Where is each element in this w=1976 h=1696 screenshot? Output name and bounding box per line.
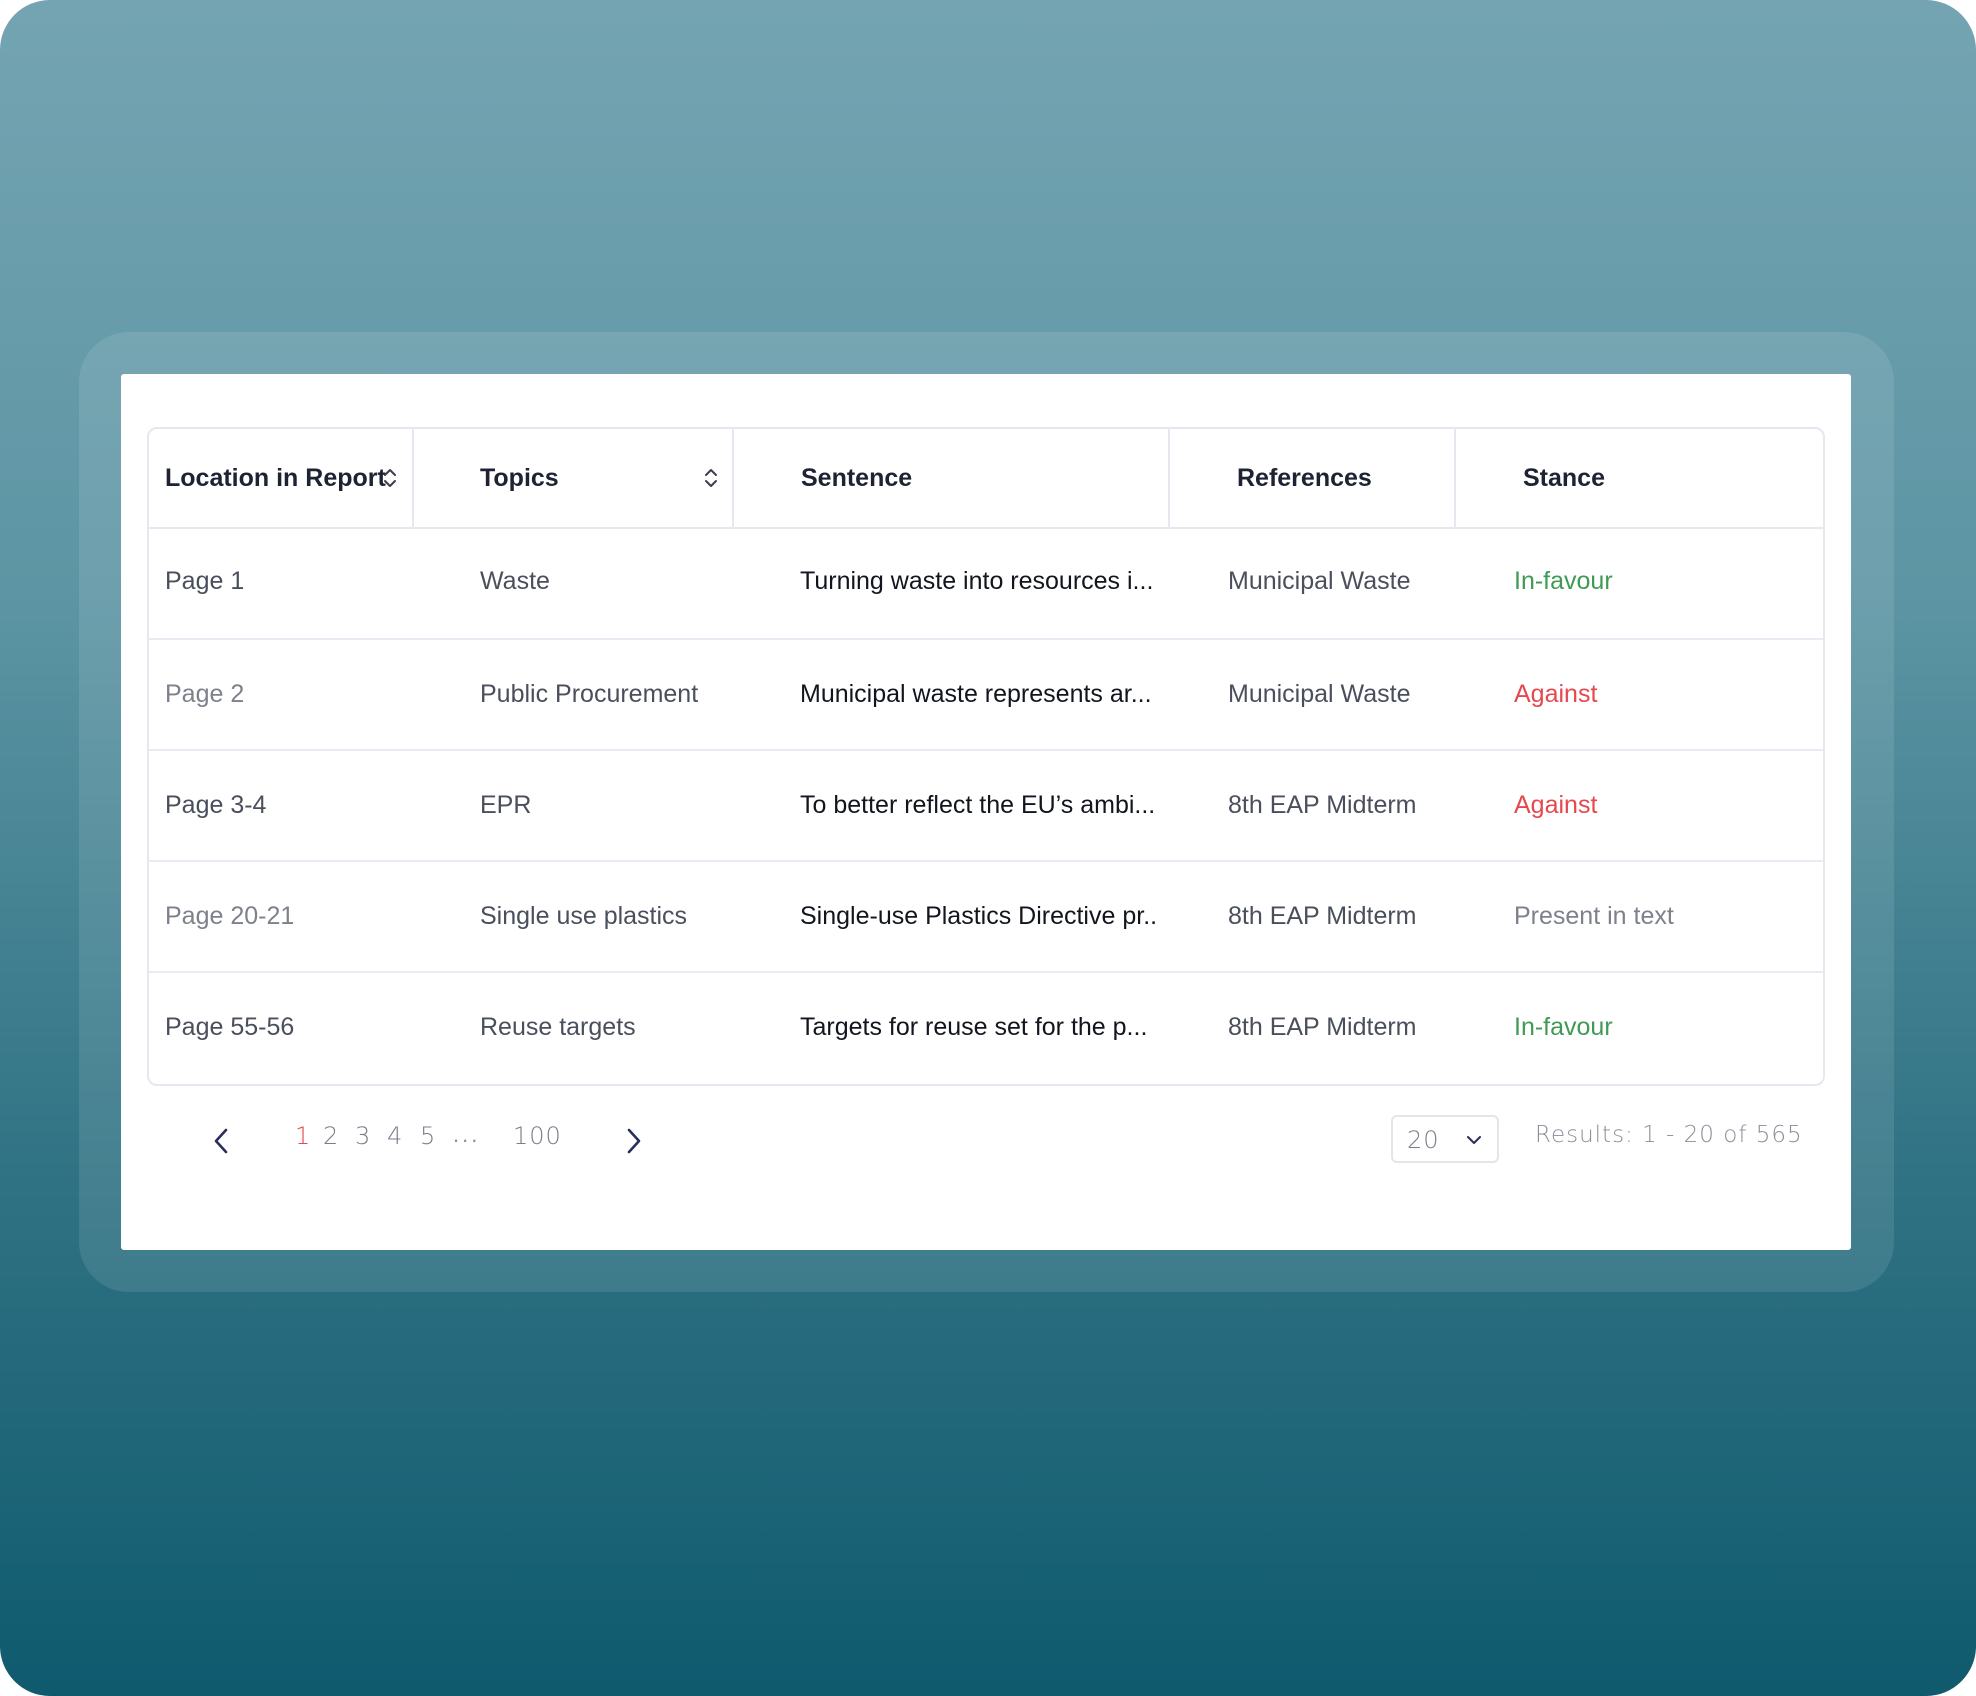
column-label-topics: Topics xyxy=(480,463,559,492)
chevron-right-icon xyxy=(627,1128,641,1154)
cell-location: Page 20-21 xyxy=(165,902,295,930)
page-number-5[interactable]: 5 xyxy=(420,1122,436,1150)
column-label-stance: Stance xyxy=(1523,463,1605,492)
cell-sentence: To better reflect the EU’s ambi... xyxy=(800,791,1156,819)
cell-stance: Against xyxy=(1514,791,1598,819)
table-row[interactable]: Page 3-4 EPR To better reflect the EU’s … xyxy=(149,749,1823,860)
cell-topic: EPR xyxy=(480,791,532,819)
page-size-value: 20 xyxy=(1407,1126,1440,1154)
cell-stance: Against xyxy=(1514,680,1598,708)
cell-reference: 8th EAP Midterm xyxy=(1228,902,1417,930)
page-size-select[interactable]: 20 xyxy=(1391,1115,1499,1163)
column-header-topics[interactable]: Topics xyxy=(414,429,734,527)
page-ellipsis: ... xyxy=(453,1122,481,1147)
table-row[interactable]: Page 55-56 Reuse targets Targets for reu… xyxy=(149,971,1823,1082)
cell-stance: In-favour xyxy=(1514,567,1613,595)
cell-stance: In-favour xyxy=(1514,1013,1613,1041)
sort-icon[interactable] xyxy=(704,467,718,489)
column-label-sentence: Sentence xyxy=(801,463,913,492)
results-count: Results: 1 - 20 of 565 xyxy=(1535,1122,1803,1148)
sort-icon[interactable] xyxy=(383,467,397,489)
background: Location in Report Topics Sentence Refer… xyxy=(0,0,1976,1696)
column-label-location: Location in Report xyxy=(165,463,386,492)
table-row[interactable]: Page 2 Public Procurement Municipal wast… xyxy=(149,638,1823,749)
cell-sentence: Single-use Plastics Directive pr.. xyxy=(800,902,1158,930)
table-header: Location in Report Topics Sentence Refer… xyxy=(149,429,1823,529)
cell-topic: Reuse targets xyxy=(480,1013,636,1041)
page-number-3[interactable]: 3 xyxy=(355,1122,371,1150)
page-number-last[interactable]: 100 xyxy=(513,1122,562,1150)
prev-page-button[interactable] xyxy=(201,1116,241,1166)
data-table: Location in Report Topics Sentence Refer… xyxy=(147,427,1825,1086)
cell-sentence: Municipal waste represents ar... xyxy=(800,680,1152,708)
column-label-references: References xyxy=(1237,463,1372,492)
chevron-left-icon xyxy=(214,1128,228,1154)
cell-topic: Single use plastics xyxy=(480,902,688,930)
cell-location: Page 3-4 xyxy=(165,791,267,819)
cell-reference: 8th EAP Midterm xyxy=(1228,791,1417,819)
cell-location: Page 55-56 xyxy=(165,1013,295,1041)
cell-topic: Public Procurement xyxy=(480,680,699,708)
table-row[interactable]: Page 20-21 Single use plastics Single-us… xyxy=(149,860,1823,971)
cell-reference: Municipal Waste xyxy=(1228,567,1411,595)
cell-sentence: Turning waste into resources i... xyxy=(800,567,1154,595)
page-number-4[interactable]: 4 xyxy=(387,1122,403,1150)
cell-stance: Present in text xyxy=(1514,902,1674,930)
column-header-stance: Stance xyxy=(1456,429,1823,527)
pagination: 1 2 3 4 5 ... 100 20 Results: 1 - 20 of … xyxy=(121,1086,1851,1196)
data-table-card: Location in Report Topics Sentence Refer… xyxy=(121,374,1851,1250)
column-header-location[interactable]: Location in Report xyxy=(149,429,414,527)
chevron-down-icon xyxy=(1467,1136,1481,1144)
table-row[interactable]: Page 1 Waste Turning waste into resource… xyxy=(149,527,1823,638)
next-page-button[interactable] xyxy=(614,1116,654,1166)
cell-reference: Municipal Waste xyxy=(1228,680,1411,708)
column-header-sentence: Sentence xyxy=(734,429,1170,527)
page-number-2[interactable]: 2 xyxy=(323,1122,339,1150)
column-header-references: References xyxy=(1170,429,1456,527)
cell-location: Page 1 xyxy=(165,567,245,595)
cell-topic: Waste xyxy=(480,567,550,595)
cell-reference: 8th EAP Midterm xyxy=(1228,1013,1417,1041)
cell-location: Page 2 xyxy=(165,680,245,708)
page-number-1[interactable]: 1 xyxy=(295,1122,311,1150)
cell-sentence: Targets for reuse set for the p... xyxy=(800,1013,1148,1041)
